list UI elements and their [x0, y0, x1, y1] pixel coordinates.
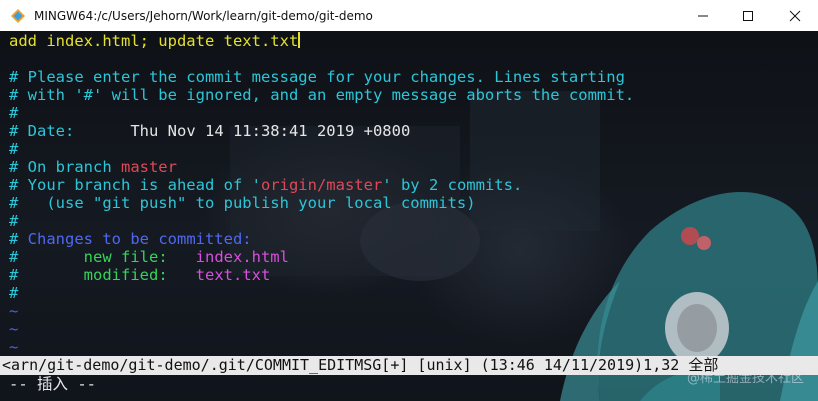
comment-line: #: [9, 284, 19, 302]
changes-header: Changes to be committed:: [18, 230, 252, 248]
insert-mode-indicator: -- 插入 --: [9, 375, 96, 393]
title-bar[interactable]: MINGW64:/c/Users/Jehorn/Work/learn/git-d…: [0, 0, 818, 31]
commit-message-line[interactable]: add index.html; update text.txt: [9, 32, 301, 50]
new-file-line: # new file: index.html: [9, 248, 289, 266]
ahead-prefix: # Your branch is ahead of ': [9, 176, 261, 194]
minimize-icon: [698, 15, 708, 16]
close-icon: [789, 10, 801, 21]
modified-label: modified:: [18, 266, 196, 284]
new-file-name: index.html: [195, 248, 289, 266]
ahead-suffix: ' by 2 commits.: [382, 176, 523, 194]
minimize-button[interactable]: [680, 0, 726, 31]
window-title: MINGW64:/c/Users/Jehorn/Work/learn/git-d…: [34, 8, 373, 23]
comment-line: #: [9, 140, 19, 158]
terminal-window: MINGW64:/c/Users/Jehorn/Work/learn/git-d…: [0, 0, 818, 401]
new-file-label: new file:: [18, 248, 196, 266]
comment-line: # Please enter the commit message for yo…: [9, 68, 625, 86]
maximize-button[interactable]: [725, 0, 771, 31]
comment-hash: #: [9, 248, 19, 266]
branch-line: # On branch master: [9, 158, 177, 176]
empty-line-tilde: ~: [9, 338, 19, 356]
watermark: @稀土掘金技术社区: [686, 371, 804, 386]
branch-name: master: [120, 158, 177, 176]
text-cursor: [298, 32, 301, 48]
close-button[interactable]: [772, 0, 818, 31]
ahead-line: # Your branch is ahead of 'origin/master…: [9, 176, 522, 194]
terminal-area[interactable]: add index.html; update text.txt # Please…: [0, 31, 818, 401]
comment-line: #: [9, 104, 19, 122]
remote-branch: origin/master: [260, 176, 383, 194]
comment-hash: #: [9, 230, 19, 248]
date-label: # Date:: [9, 122, 131, 140]
date-line: # Date: Thu Nov 14 11:38:41 2019 +0800: [9, 122, 410, 140]
branch-label: # On branch: [9, 158, 121, 176]
maximize-icon: [743, 10, 753, 21]
modified-line: # modified: text.txt: [9, 266, 270, 284]
comment-line: # with '#' will be ignored, and an empty…: [9, 86, 635, 104]
comment-line: #: [9, 212, 19, 230]
push-hint-line: # (use "git push" to publish your local …: [9, 194, 476, 212]
commit-message-text: add index.html; update text.txt: [9, 32, 299, 50]
comment-hash: #: [9, 266, 19, 284]
status-line-text: <arn/git-demo/git-demo/.git/COMMIT_EDITM…: [2, 356, 719, 374]
git-bash-icon: [11, 8, 25, 23]
modified-file-name: text.txt: [195, 266, 271, 284]
empty-line-tilde: ~: [9, 302, 19, 320]
empty-line-tilde: ~: [9, 320, 19, 338]
changes-header-line: # Changes to be committed:: [9, 230, 252, 248]
date-value: Thu Nov 14 11:38:41 2019 +0800: [130, 122, 411, 140]
